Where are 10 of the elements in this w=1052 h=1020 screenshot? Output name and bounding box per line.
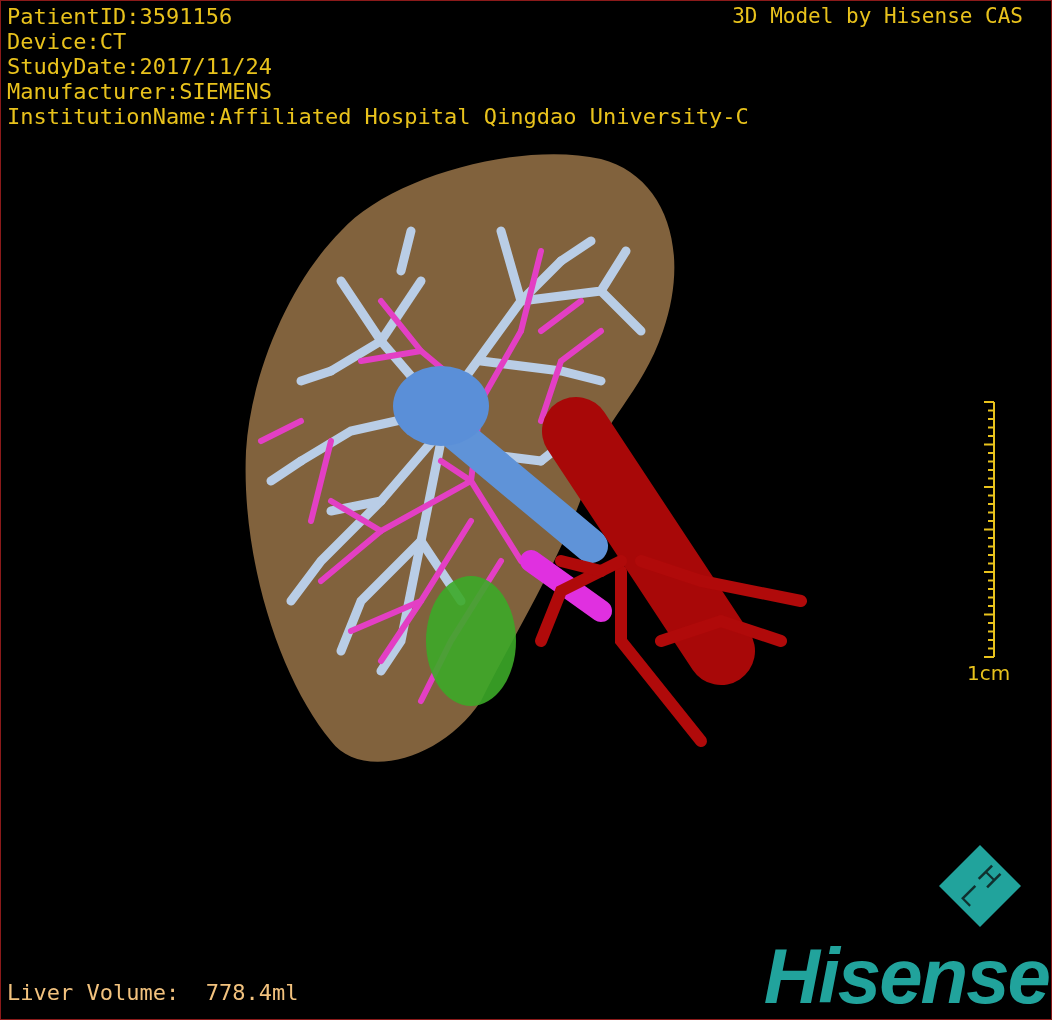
scale-label: 1cm <box>967 661 1011 685</box>
liver-volume-text: Liver Volume: 778.4ml <box>7 980 299 1005</box>
info-text: Manufacturer:SIEMENS <box>7 79 272 104</box>
info-text: PatientID:3591156 <box>7 4 233 29</box>
info-text: Device:CT <box>7 29 127 54</box>
info-text: InstitutionName:Affiliated Hospital Qingdao University-C <box>7 104 749 129</box>
viewer-caption: 3D Model by Hisense CAS <box>732 4 1023 29</box>
logo-mark: H L <box>939 845 1021 927</box>
info-text: StudyDate:2017/11/24 <box>7 54 272 79</box>
logo-wordmark: Hisense <box>763 937 1049 1015</box>
